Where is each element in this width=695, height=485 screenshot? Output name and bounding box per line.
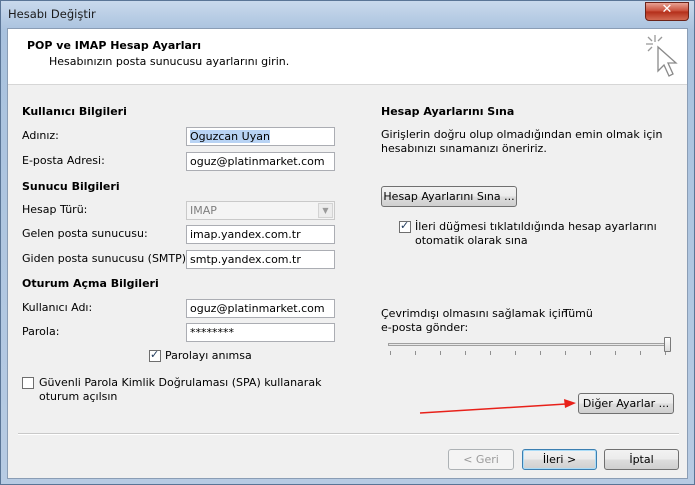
account-type-select: IMAP ▼ [186, 201, 335, 220]
incoming-server-label: Gelen posta sunucusu: [22, 227, 148, 240]
checkmark-icon: ✓ [400, 219, 410, 232]
slider-tick [540, 351, 541, 355]
name-input[interactable]: Oguzcan Uyan [186, 127, 335, 146]
window-title: Hesabı Değiştir [8, 7, 96, 21]
password-input[interactable]: ******** [186, 323, 335, 342]
username-label: Kullanıcı Adı: [22, 301, 93, 314]
slider-tick [590, 351, 591, 355]
slider-tick [390, 351, 391, 355]
close-icon: ✕ [661, 2, 673, 17]
name-value: Oguzcan Uyan [190, 130, 270, 143]
spa-label-line1: Güvenli Parola Kimlik Doğrulaması (SPA) … [39, 376, 322, 389]
offline-label-line2: e-posta gönder: [381, 321, 469, 334]
test-settings-heading: Hesap Ayarlarını Sına [381, 105, 515, 118]
slider-tick [440, 351, 441, 355]
account-type-label: Hesap Türü: [22, 203, 88, 216]
test-desc-line2: hesabınızı sınamanızı öneririz. [381, 142, 547, 155]
logon-info-heading: Oturum Açma Bilgileri [22, 277, 159, 290]
auto-test-label-line1: İleri düğmesi tıklatıldığında hesap ayar… [415, 220, 657, 233]
slider-tick [515, 351, 516, 355]
outgoing-server-input[interactable]: smtp.yandex.com.tr [186, 250, 335, 269]
slider-track [388, 343, 671, 346]
remember-password-checkbox[interactable]: ✓ [149, 348, 161, 362]
username-input[interactable]: oguz@platinmarket.com [186, 299, 335, 318]
cancel-button[interactable]: İptal [604, 449, 679, 470]
password-label: Parola: [22, 325, 60, 338]
account-type-value: IMAP [190, 204, 217, 217]
remember-password-label: Parolayı anımsa [165, 349, 252, 362]
cursor-sparkle-icon [646, 35, 678, 77]
user-info-heading: Kullanıcı Bilgileri [22, 105, 127, 118]
server-info-heading: Sunucu Bilgileri [22, 180, 120, 193]
dialog-window: Hesabı Değiştir ✕ POP ve IMAP Hesap Ayar… [0, 0, 695, 485]
auto-test-checkbox[interactable]: ✓ [399, 219, 411, 233]
more-settings-button[interactable]: Diğer Ayarlar ... [578, 393, 674, 414]
wizard-header: POP ve IMAP Hesap Ayarları Hesabınızın p… [8, 29, 687, 85]
offline-label-line1: Çevrimdışı olmasını sağlamak için [381, 307, 568, 320]
offline-slider[interactable] [388, 335, 671, 357]
slider-tick [565, 351, 566, 355]
incoming-server-input[interactable]: imap.yandex.com.tr [186, 225, 335, 244]
spa-checkbox[interactable] [22, 377, 34, 389]
spa-label-line2: oturum açılsın [39, 390, 118, 403]
slider-tick [465, 351, 466, 355]
slider-tick [490, 351, 491, 355]
outgoing-server-label: Giden posta sunucusu (SMTP): [22, 252, 190, 265]
auto-test-label-line2: otomatik olarak sına [415, 234, 528, 247]
close-button[interactable]: ✕ [645, 2, 689, 21]
name-label: Adınız: [22, 129, 59, 142]
slider-tick [615, 351, 616, 355]
email-input[interactable]: oguz@platinmarket.com [186, 152, 335, 171]
slider-tick [640, 351, 641, 355]
slider-thumb[interactable] [664, 337, 671, 352]
chevron-down-icon: ▼ [318, 203, 333, 218]
page-title: POP ve IMAP Hesap Ayarları [27, 39, 202, 52]
dialog-client-area: POP ve IMAP Hesap Ayarları Hesabınızın p… [7, 28, 688, 479]
test-account-settings-button[interactable]: Hesap Ayarlarını Sına ... [381, 186, 517, 207]
back-button[interactable]: < Geri [448, 449, 514, 470]
annotation-arrow [419, 399, 576, 414]
test-desc-line1: Girişlerin doğru olup olmadığından emin … [381, 128, 663, 141]
email-label: E-posta Adresi: [22, 154, 105, 167]
offline-value: Tümü [563, 307, 593, 320]
next-button[interactable]: İleri > [522, 449, 597, 470]
slider-tick [415, 351, 416, 355]
checkmark-icon: ✓ [150, 348, 160, 361]
title-bar[interactable]: Hesabı Değiştir ✕ [1, 1, 694, 27]
page-subtitle: Hesabınızın posta sunucusu ayarlarını gi… [49, 55, 290, 68]
